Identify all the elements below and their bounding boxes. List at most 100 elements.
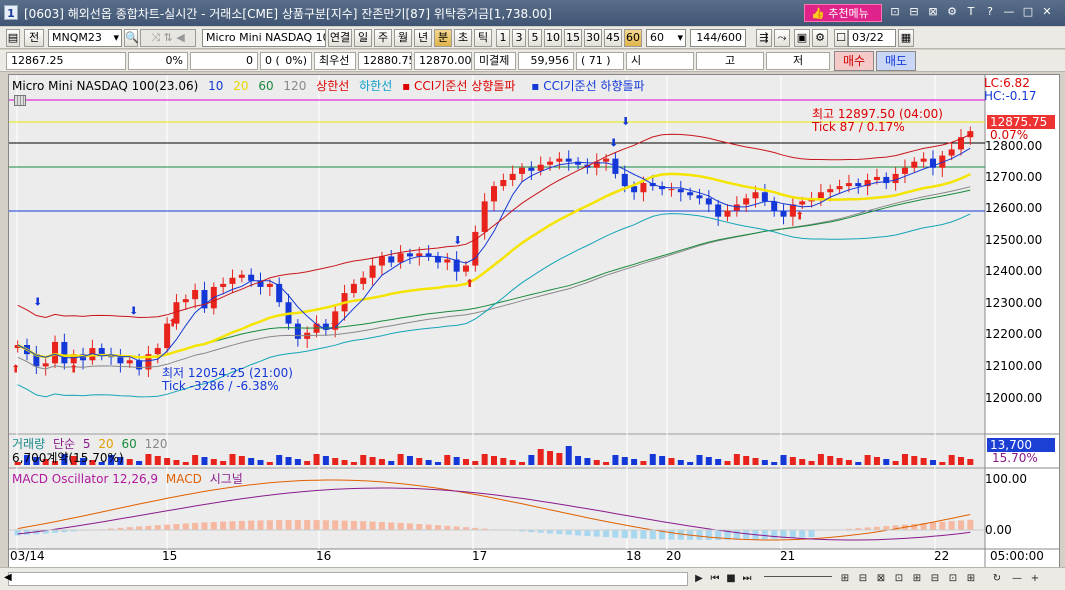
macd-bar [696,530,703,540]
minimize-icon[interactable]: — [1002,4,1016,20]
help-icon[interactable]: ? [983,4,997,20]
interval-10[interactable]: 10 [544,29,562,47]
candle-body [696,195,703,199]
candle-body [388,256,395,263]
tool4-icon[interactable]: ⊡ [892,571,906,587]
date-input[interactable]: 03/22 [848,29,896,47]
export-icon[interactable]: ⤳ [774,29,790,47]
volume-bar [350,462,357,465]
calendar-icon[interactable]: ▦ [898,29,914,47]
tool-icons[interactable]: ⤨ ⇅ ◀ [140,29,196,47]
settings-icon[interactable]: ⚙ [945,4,959,20]
volume-bar [771,462,778,465]
macd-bar [621,530,628,539]
symbol-input[interactable]: MNQM23 ▾ [48,29,122,47]
period-connect[interactable]: 연결 [328,29,352,47]
period-minute[interactable]: 분 [434,29,452,47]
interval-3[interactable]: 3 [512,29,526,47]
volume-bar [266,462,273,465]
chart-canvas[interactable]: ⬆ ⬆⬆ ⬆⬆⬆⬇⬇⬇⬇⬇ [9,75,1059,569]
candle-body [491,186,497,202]
volume-bar [864,455,871,465]
close-icon[interactable]: ✕ [1040,4,1054,20]
interval-5[interactable]: 5 [528,29,542,47]
period-tick[interactable]: 틱 [474,29,492,47]
minus-icon[interactable]: — [1010,571,1024,587]
period-second[interactable]: 초 [454,29,472,47]
market-button[interactable]: 전 [24,29,44,47]
macd-bar [192,522,199,530]
refresh-icon[interactable]: ↻ [990,571,1004,587]
candle-body [238,274,245,278]
tool7-icon[interactable]: ⊡ [946,571,960,587]
zoom-slider[interactable] [764,576,832,580]
macd-y-100: 100.00 [985,472,1027,486]
date-checkbox[interactable]: ☐ [834,29,848,47]
save-icon[interactable]: ▤ [6,29,20,47]
period-month[interactable]: 월 [394,29,412,47]
first-icon[interactable]: ⏮ [708,571,722,587]
horizontal-scrollbar[interactable] [8,572,688,586]
recommend-menu-button[interactable]: 👍 추천메뉴 [804,4,882,22]
link-icon[interactable]: ⊡ [888,4,902,20]
sell-button[interactable]: 매도 [876,51,916,71]
volume-bar [332,458,339,465]
chart-area[interactable]: ⬆ ⬆ ⬆ ⬆ ⬆ ⬆ ⬇ ⬇ ⬇ ⬇ ⬇ [8,74,1060,570]
indicator-icon[interactable]: ⇶ [756,29,772,47]
volume-ma120: 120 [144,437,168,451]
last-price: 12867.25 [6,52,126,70]
legend-ma20: 20 [233,79,249,93]
chevron-down-icon[interactable]: ▾ [677,30,683,46]
period-year[interactable]: 년 [414,29,432,47]
chevron-down-icon[interactable]: ▾ [113,30,119,46]
volume-bar [238,456,245,465]
scroll-right-icon[interactable]: ▶ [692,571,706,587]
text-icon[interactable]: T [964,4,978,20]
split-icon[interactable]: ⊟ [907,4,921,20]
tool3-icon[interactable]: ⊠ [874,571,888,587]
best-bid-label: 최우선 [314,52,356,70]
candle-body [836,186,843,190]
interval-30[interactable]: 30 [584,29,602,47]
maximize-icon[interactable]: □ [1021,4,1035,20]
tool1-icon[interactable]: ⊞ [838,571,852,587]
volume-bar [397,454,404,465]
volume-bar [873,457,880,465]
grid-icon[interactable] [14,95,26,106]
interval-select[interactable]: 60 ▾ [646,29,686,47]
tool8-icon[interactable]: ⊞ [964,571,978,587]
volume-bar [136,461,143,465]
volume-bar [369,457,376,465]
bottom-scroll-bar[interactable]: ◀ ▶ ⏮ ■ ⏭ ⊞ ⊟ ⊠ ⊡ ⊞ ⊟ ⊡ ⊞ ↻ — + [0,567,1065,590]
next-icon[interactable]: ⏭ [740,571,754,587]
screen-icon[interactable]: ⊠ [926,4,940,20]
y-tick: 12200.00 [985,327,1043,341]
search-icon[interactable]: 🔍 [124,29,139,47]
macd-bar [584,530,591,537]
candle-body [434,256,441,263]
period-week[interactable]: 주 [374,29,392,47]
candle-body [360,277,367,284]
volume-bar [341,460,348,465]
interval-15[interactable]: 15 [564,29,582,47]
interval-45[interactable]: 45 [604,29,622,47]
stop-icon[interactable]: ■ [724,571,738,587]
interval-1[interactable]: 1 [496,29,510,47]
scroll-left-icon[interactable]: ◀ [4,572,12,583]
buy-button[interactable]: 매수 [834,51,874,71]
settings-icon[interactable]: ⚙ [812,29,828,47]
volume-bar [603,462,610,465]
volume-bar [575,456,582,465]
tool5-icon[interactable]: ⊞ [910,571,924,587]
candle-body [677,189,684,193]
period-day[interactable]: 일 [354,29,372,47]
count-input[interactable]: 144/600 [690,29,746,47]
tool6-icon[interactable]: ⊟ [928,571,942,587]
volume-bar [500,458,507,465]
floppy-icon[interactable]: ▣ [794,29,810,47]
interval-60[interactable]: 60 [624,29,642,47]
thumb-icon: 👍 [811,7,825,20]
volume-bar [724,461,731,465]
plus-icon[interactable]: + [1028,571,1042,587]
tool2-icon[interactable]: ⊟ [856,571,870,587]
